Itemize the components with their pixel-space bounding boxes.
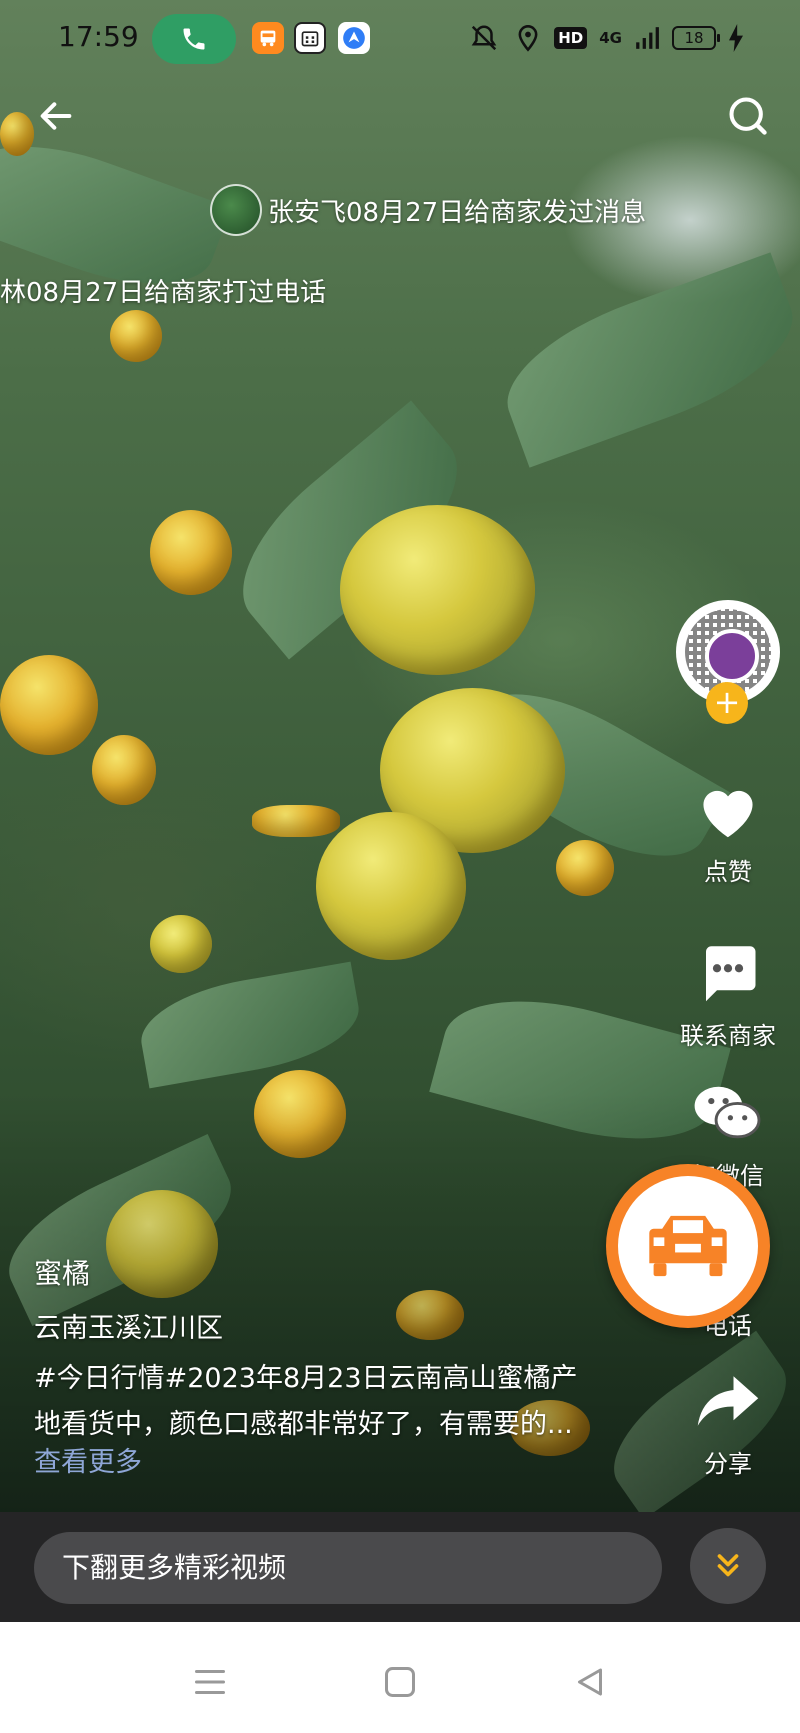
vibrate-mute-icon xyxy=(471,25,497,51)
search-icon xyxy=(729,97,767,135)
scroll-down-button[interactable] xyxy=(690,1528,766,1604)
orange-fruit xyxy=(150,915,212,973)
share-label: 分享 xyxy=(704,1450,752,1478)
bottom-bar: 下翻更多精彩视频 xyxy=(0,1512,800,1622)
signal-icon xyxy=(636,27,659,49)
arrow-left-icon xyxy=(40,102,72,130)
description-line: #今日行情#2023年8月23日云南高山蜜橘产 xyxy=(34,1363,578,1394)
recent-apps-button[interactable] xyxy=(180,1652,240,1712)
like-label: 点赞 xyxy=(704,858,752,886)
menu-icon xyxy=(195,1670,225,1694)
orange-fruit xyxy=(92,735,156,805)
leaf xyxy=(133,961,367,1089)
hd-indicator: HD xyxy=(554,27,588,49)
back-button[interactable] xyxy=(28,88,84,144)
triangle-back-icon xyxy=(578,1668,602,1696)
status-bar: 17:59 HD 4G 18 xyxy=(0,0,800,80)
ongoing-call-indicator[interactable] xyxy=(152,14,236,64)
phone-icon xyxy=(183,28,205,50)
orange-fruit xyxy=(150,510,232,595)
leaf xyxy=(488,252,800,468)
follow-button[interactable]: + xyxy=(706,682,748,724)
call-notice: 林08月27日给商家打过电话 xyxy=(0,278,327,308)
video-title: 蜜橘 xyxy=(34,1257,91,1290)
bus-app-icon xyxy=(252,22,284,54)
search-button[interactable] xyxy=(720,88,776,144)
notice-avatar xyxy=(210,184,262,236)
share-button[interactable]: 分享 xyxy=(676,1370,780,1479)
wechat-icon xyxy=(694,1086,761,1139)
maps-app-icon xyxy=(338,22,370,54)
orange-fruit xyxy=(556,840,614,896)
more-videos-button[interactable]: 下翻更多精彩视频 xyxy=(34,1532,662,1604)
share-arrow-icon xyxy=(697,1376,759,1426)
system-back-button[interactable] xyxy=(560,1652,620,1712)
truck-icon xyxy=(649,1215,727,1277)
orange-fruit xyxy=(252,805,340,837)
avatar-face xyxy=(705,629,759,683)
calendar-app-icon xyxy=(294,22,326,54)
heart-icon xyxy=(703,790,753,838)
system-nav-bar xyxy=(0,1622,800,1733)
square-home-icon xyxy=(385,1667,415,1697)
home-button[interactable] xyxy=(370,1652,430,1712)
network-indicator: 4G xyxy=(599,29,622,47)
see-more-link[interactable]: 查看更多 xyxy=(34,1440,142,1479)
orange-fruit xyxy=(316,812,466,960)
charging-icon xyxy=(729,24,743,52)
like-button[interactable]: 点赞 xyxy=(676,780,780,887)
battery-level: 18 xyxy=(684,29,704,47)
battery-indicator: 18 xyxy=(672,26,720,50)
message-notice: 张安飞08月27日给商家发过消息 xyxy=(268,198,647,228)
status-indicators: HD 4G 18 xyxy=(466,20,744,56)
chat-bubble-icon xyxy=(706,946,756,1002)
orange-fruit xyxy=(340,505,535,675)
contact-label: 联系商家 xyxy=(680,1022,776,1050)
fab-inner-circle xyxy=(618,1176,758,1316)
video-location: 云南玉溪江川区 xyxy=(34,1313,223,1344)
location-icon xyxy=(518,25,538,52)
contact-merchant-button[interactable]: 联系商家 xyxy=(676,938,780,1051)
orange-fruit xyxy=(110,310,162,362)
video-description: #今日行情#2023年8月23日云南高山蜜橘产 地看货中，颜色口感都非常好了，有… xyxy=(34,1356,578,1448)
double-chevron-down-icon xyxy=(717,1554,739,1577)
status-time: 17:59 xyxy=(58,20,139,53)
orange-fruit xyxy=(0,655,98,755)
vehicle-fab-button[interactable] xyxy=(606,1164,770,1328)
